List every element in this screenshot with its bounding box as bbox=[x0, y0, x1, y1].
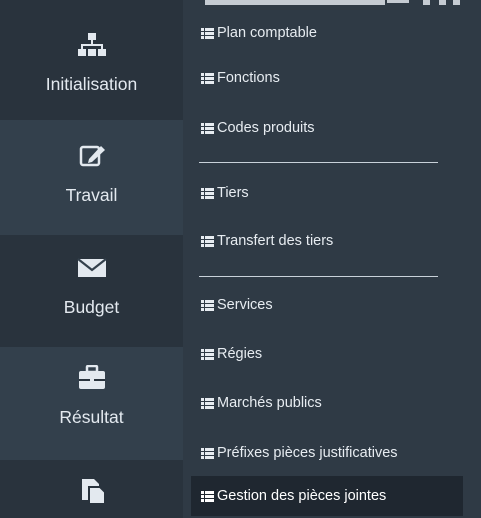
list-icon bbox=[201, 27, 214, 39]
list-icon bbox=[201, 348, 214, 360]
edit-icon bbox=[79, 145, 105, 167]
menu-item-transfert-des-tiers[interactable]: Transfert des tiers bbox=[201, 230, 333, 252]
sitemap-icon bbox=[77, 33, 106, 56]
list-icon bbox=[201, 122, 214, 134]
menu-divider bbox=[199, 162, 438, 163]
menu-item-marches-publics[interactable]: Marchés publics bbox=[201, 392, 322, 414]
list-icon bbox=[201, 447, 214, 459]
envelope-icon bbox=[76, 258, 107, 277]
menu-item-label: Préfixes pièces justificatives bbox=[217, 445, 398, 461]
menu-item-services[interactable]: Services bbox=[201, 294, 273, 316]
menu-divider bbox=[199, 276, 438, 277]
menu-item-gestion-des-pieces-jointes[interactable]: Gestion des pièces jointes bbox=[191, 476, 463, 516]
menu-item-label: Services bbox=[217, 297, 273, 313]
menu-item-regies[interactable]: Régies bbox=[201, 343, 262, 365]
scrolled-content-edge bbox=[205, 0, 460, 5]
menu-item-tiers[interactable]: Tiers bbox=[201, 182, 249, 204]
menu-item-label: Marchés publics bbox=[217, 395, 322, 411]
sidebar-item-budget[interactable]: Budget bbox=[0, 255, 183, 317]
menu-item-label: Transfert des tiers bbox=[217, 233, 334, 249]
sidebar-item-label: Initialisation bbox=[45, 74, 138, 94]
menu-item-prefixes-pieces-justificatives[interactable]: Préfixes pièces justificatives bbox=[201, 442, 398, 464]
menu-item-plan-comptable[interactable]: Plan comptable bbox=[201, 22, 317, 44]
sidebar-item-initialisation[interactable]: Initialisation bbox=[0, 32, 183, 94]
list-icon bbox=[201, 397, 214, 409]
sidebar: Initialisation Travail Budget Résultat bbox=[0, 0, 183, 518]
list-icon bbox=[201, 299, 214, 311]
menu-item-label: Fonctions bbox=[217, 70, 280, 86]
menu-item-fonctions[interactable]: Fonctions bbox=[201, 67, 280, 89]
menu-item-label: Tiers bbox=[217, 185, 249, 201]
submenu-panel: Plan comptable Fonctions Codes produits … bbox=[183, 0, 481, 518]
menu-item-codes-produits[interactable]: Codes produits bbox=[201, 117, 315, 139]
menu-item-label: Gestion des pièces jointes bbox=[217, 488, 387, 504]
list-icon bbox=[201, 187, 214, 199]
menu-item-label: Régies bbox=[217, 346, 263, 362]
list-icon bbox=[201, 235, 214, 247]
sidebar-item-documents[interactable] bbox=[0, 478, 183, 504]
sidebar-item-travail[interactable]: Travail bbox=[0, 143, 183, 205]
sidebar-item-label: Budget bbox=[63, 297, 120, 317]
menu-item-label: Plan comptable bbox=[217, 25, 317, 41]
list-icon bbox=[201, 490, 214, 502]
list-icon bbox=[201, 72, 214, 84]
briefcase-icon bbox=[78, 365, 105, 389]
sidebar-item-resultat[interactable]: Résultat bbox=[0, 365, 183, 427]
sidebar-item-label: Résultat bbox=[59, 407, 124, 427]
menu-item-label: Codes produits bbox=[217, 120, 315, 136]
documents-icon bbox=[81, 479, 106, 504]
sidebar-item-label: Travail bbox=[65, 185, 118, 205]
